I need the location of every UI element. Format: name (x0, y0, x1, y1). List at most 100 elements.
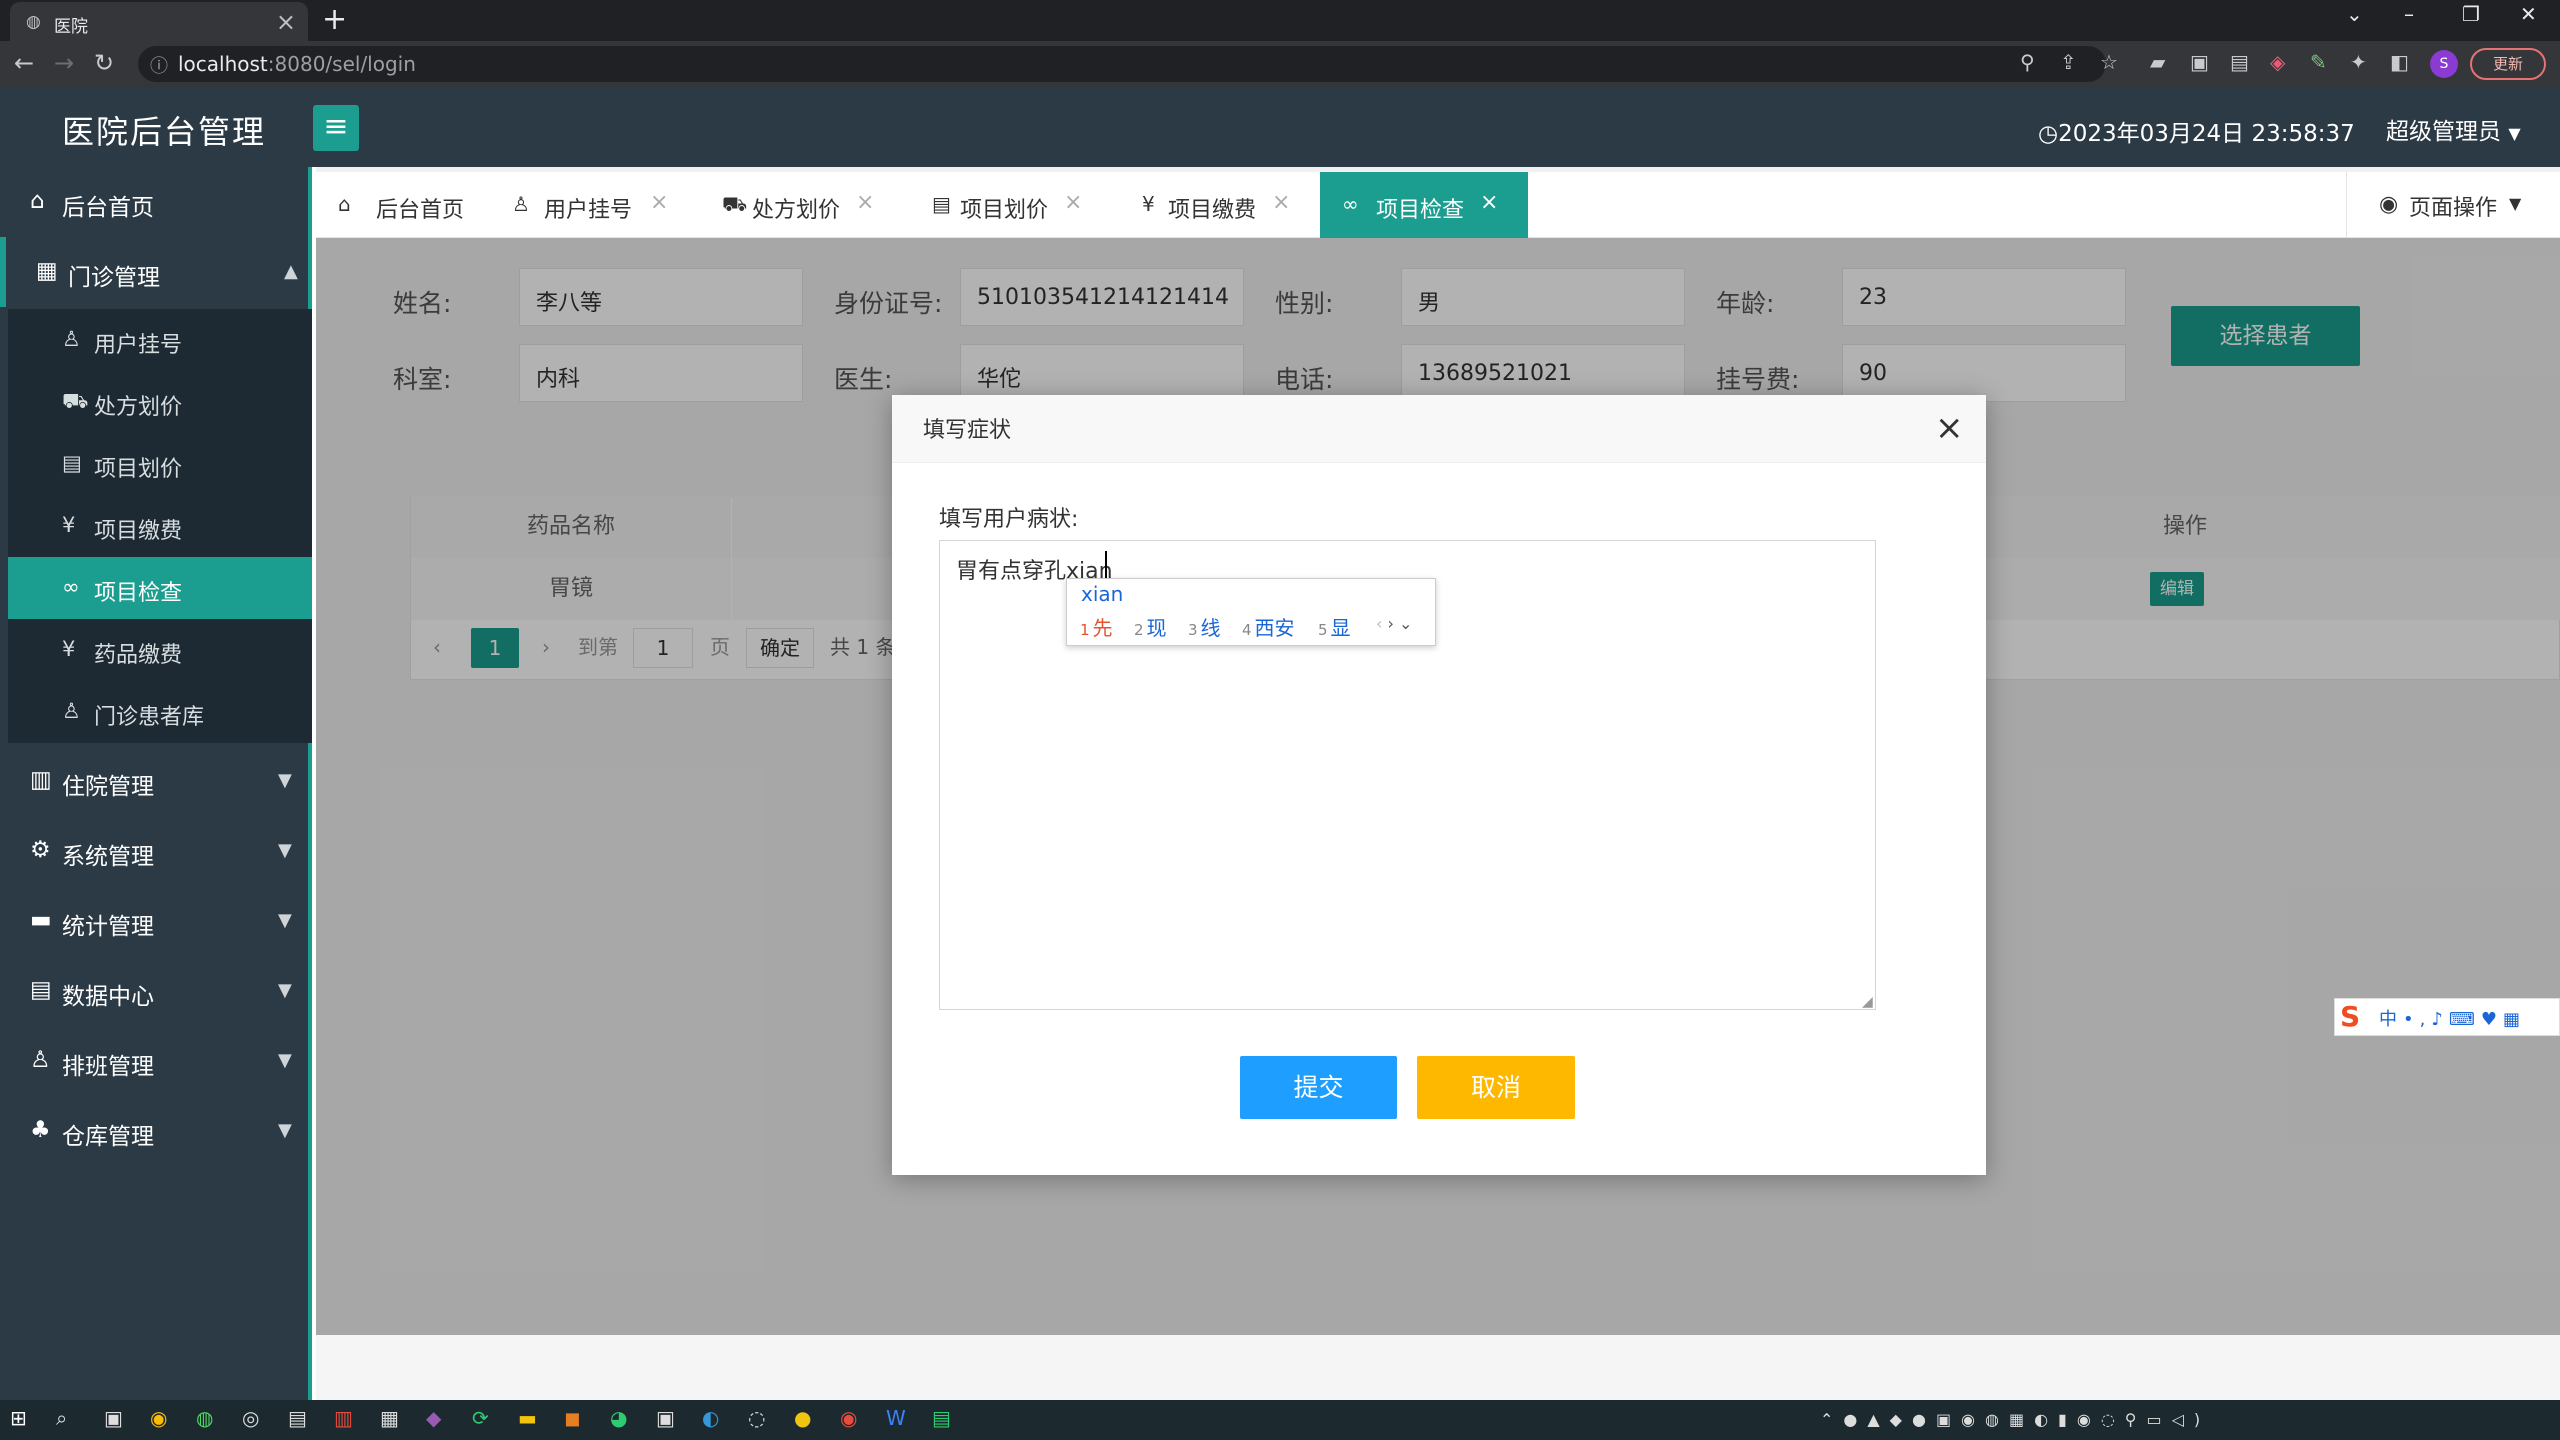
tab-item-check[interactable]: ∞ 项目检查 × (1320, 172, 1528, 238)
yen-icon: ¥ (62, 513, 76, 537)
back-icon[interactable]: ← (14, 49, 34, 77)
sidebar-item-outpatient[interactable]: ▦ 门诊管理 ▲ (0, 237, 312, 307)
page-operations-menu[interactable]: ◉ 页面操作 ▼ (2346, 172, 2560, 238)
word-icon[interactable]: W (886, 1406, 906, 1430)
extension-camera-icon[interactable]: ▣ (2190, 50, 2209, 74)
chevron-left-icon[interactable]: ‹ (1376, 614, 1382, 633)
restore-button[interactable]: ❐ (2462, 2, 2480, 26)
zoom-icon[interactable]: ⚲ (2020, 50, 2035, 74)
bookmark-star-icon[interactable]: ☆ (2100, 50, 2118, 74)
menu-toggle-button[interactable]: ≡ (313, 105, 359, 151)
submit-button[interactable]: 提交 (1240, 1056, 1397, 1119)
sidebar-item-home[interactable]: ⌂ 后台首页 (0, 167, 312, 237)
sidebar-subitem-prescription-pricing[interactable]: ⛟ 处方划价 (8, 371, 312, 433)
taskbar-app-icon[interactable]: ● (794, 1406, 811, 1430)
ime-candidate-number: 1 (1080, 621, 1090, 639)
sidebar-subitem-registration[interactable]: ♙ 用户挂号 (8, 309, 312, 371)
taskbar-app-icon[interactable]: ▣ (656, 1406, 675, 1430)
folder-icon[interactable]: ▬ (518, 1406, 537, 1430)
sogou-logo-icon[interactable]: S (2340, 1000, 2360, 1033)
sidebar-subitem-item-payment[interactable]: ¥ 项目缴费 (8, 495, 312, 557)
address-bar[interactable]: ⓘ localhost:8080/sel/login (138, 46, 2106, 82)
user-menu[interactable]: 超级管理员 ▼ (2386, 112, 2521, 146)
ime-candidate[interactable]: 2现 (1134, 612, 1167, 641)
search-icon[interactable]: ⌕ (56, 1406, 67, 1430)
profile-avatar[interactable]: S (2430, 50, 2458, 78)
close-icon[interactable]: × (650, 190, 668, 215)
sidebar-item-system[interactable]: ⚙ 系统管理 ▼ (0, 816, 312, 886)
tab-prescription-pricing[interactable]: ⛟ 处方划价 × (700, 172, 890, 238)
sidebar-item-scheduling[interactable]: ♙ 排班管理 ▼ (0, 1026, 312, 1096)
extension-chat-icon[interactable]: ▰ (2150, 50, 2165, 74)
cancel-button[interactable]: 取消 (1417, 1056, 1575, 1119)
close-tab-icon[interactable]: × (276, 8, 296, 36)
ime-candidate[interactable]: 4 西安 (1242, 612, 1295, 641)
close-icon[interactable]: × (1272, 190, 1290, 215)
sidebar-subitem-patient-library[interactable]: ♙ 门诊患者库 (8, 681, 312, 743)
chevron-down-icon[interactable]: ⌄ (1399, 614, 1412, 633)
sidebar-subitem-item-check[interactable]: ∞ 项目检查 (8, 557, 312, 619)
ime-page-nav[interactable]: ‹ › ⌄ (1376, 614, 1412, 633)
new-tab-button[interactable]: + (322, 2, 347, 37)
extensions-puzzle-icon[interactable]: ✦ (2350, 50, 2367, 74)
site-info-icon[interactable]: ⓘ (150, 52, 168, 78)
chrome-icon[interactable]: ◉ (150, 1406, 167, 1430)
extension-image-icon[interactable]: ▤ (2230, 50, 2249, 74)
sidebar-subitem-drug-payment[interactable]: ¥ 药品缴费 (8, 619, 312, 681)
ime-mode-label[interactable]: 中 (2379, 1009, 2403, 1030)
tab-item-payment[interactable]: ¥ 项目缴费 × (1120, 172, 1310, 238)
taskbar-app-icon[interactable]: ◎ (242, 1406, 259, 1430)
extension-shield-icon[interactable]: ◈ (2270, 50, 2285, 74)
extension-pen-icon[interactable]: ✎ (2310, 50, 2327, 74)
globe-icon: ◍ (26, 12, 41, 32)
reload-icon[interactable]: ↻ (94, 49, 114, 77)
sidebar-item-data-center[interactable]: ▤ 数据中心 ▼ (0, 956, 312, 1026)
taskbar-app-icon[interactable]: ▤ (288, 1406, 307, 1430)
taskbar-app-icon[interactable]: ◉ (840, 1406, 857, 1430)
update-button[interactable]: 更新 (2470, 48, 2546, 80)
chevron-right-icon[interactable]: › (1388, 614, 1394, 633)
tab-item-pricing[interactable]: ▤ 项目划价 × (910, 172, 1100, 238)
forward-icon[interactable]: → (54, 49, 74, 77)
close-icon[interactable]: × (1064, 190, 1082, 215)
taskbar-app-icon[interactable]: ⟳ (472, 1406, 489, 1430)
share-icon[interactable]: ⇪ (2060, 50, 2077, 74)
side-panel-icon[interactable]: ◧ (2390, 50, 2409, 74)
ime-candidate[interactable]: 5显 (1318, 612, 1351, 641)
sidebar-item-label: 排班管理 (62, 1054, 154, 1080)
tab-registration[interactable]: ♙ 用户挂号 × (490, 172, 686, 238)
windows-start-icon[interactable]: ⊞ (10, 1406, 27, 1430)
taskbar-app-icon[interactable]: ◐ (702, 1406, 719, 1430)
browser-tab[interactable]: ◍ 医院 × (10, 2, 308, 41)
tab-home[interactable]: ⌂ 后台首页 (316, 172, 486, 238)
microphone-icon[interactable]: ♪ (2431, 1009, 2449, 1030)
system-tray-icons[interactable]: ⌃●▲◆●▣◉◍▦◐▮◉◌⚲▭◁) (1820, 1410, 2210, 1429)
taskbar-app-icon[interactable]: ◼ (564, 1406, 581, 1430)
resize-grip-icon[interactable]: ◢ (1862, 994, 1873, 1010)
minimize-button[interactable]: – (2404, 2, 2414, 26)
sidebar-item-inpatient[interactable]: ▥ 住院管理 ▼ (0, 746, 312, 816)
close-window-button[interactable]: ✕ (2520, 2, 2537, 26)
taskbar-app-icon[interactable]: ◌ (748, 1406, 765, 1430)
wechat-icon[interactable]: ◕ (610, 1406, 627, 1430)
taskbar-app-icon[interactable]: ▣ (104, 1406, 123, 1430)
keyboard-icon[interactable]: ⌨ (2449, 1009, 2481, 1030)
sidebar-subitem-item-pricing[interactable]: ▤ 项目划价 (8, 433, 312, 495)
sidebar-item-statistics[interactable]: ▬ 统计管理 ▼ (0, 886, 312, 956)
page-ops-label: 页面操作 (2409, 196, 2498, 221)
ime-candidate[interactable]: 1先 (1080, 612, 1113, 641)
close-icon[interactable]: × (856, 190, 874, 215)
close-icon[interactable]: × (1935, 408, 1964, 448)
skin-icon[interactable]: ♥ (2481, 1009, 2503, 1030)
sidebar-item-warehouse[interactable]: ♣ 仓库管理 ▼ (0, 1096, 312, 1166)
punctuation-icon[interactable]: •, (2403, 1009, 2431, 1030)
taskbar-app-icon[interactable]: ▦ (380, 1406, 399, 1430)
toolbox-icon[interactable]: ▦ (2503, 1009, 2526, 1030)
taskbar-app-icon[interactable]: ◍ (196, 1406, 213, 1430)
tab-search-icon[interactable]: ⌄ (2346, 2, 2363, 26)
taskbar-app-icon[interactable]: ▥ (334, 1406, 353, 1430)
close-icon[interactable]: × (1480, 190, 1498, 215)
taskbar-app-icon[interactable]: ▤ (932, 1406, 951, 1430)
taskbar-app-icon[interactable]: ◆ (426, 1406, 441, 1430)
ime-candidate[interactable]: 3线 (1188, 612, 1221, 641)
